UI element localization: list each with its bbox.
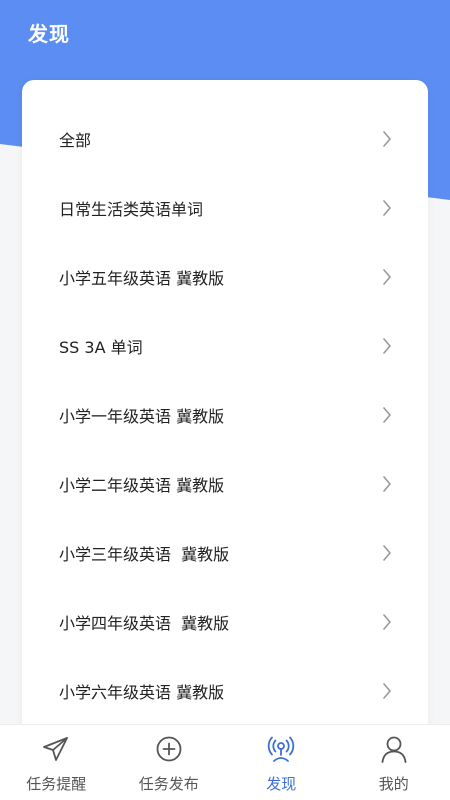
list-item-label: 小学四年级英语 冀教版: [59, 613, 230, 633]
chevron-right-icon: [383, 682, 391, 699]
list-item-label: 全部: [59, 130, 92, 150]
list-item-label: 小学六年级英语 冀教版: [59, 682, 225, 702]
tab-task-reminder[interactable]: 任务提醒: [0, 725, 113, 800]
list-item[interactable]: 日常生活类英语单词: [22, 173, 428, 242]
list-item[interactable]: SS 3A 单词: [22, 311, 428, 380]
user-icon: [381, 736, 407, 763]
list-item-label: 小学二年级英语 冀教版: [59, 475, 225, 495]
chevron-right-icon: [383, 337, 391, 354]
tab-label: 我的: [378, 775, 409, 793]
list-item[interactable]: 小学三年级英语 冀教版: [22, 518, 428, 587]
list-item-label: 小学三年级英语 冀教版: [59, 544, 230, 564]
list-item-label: SS 3A 单词: [59, 337, 143, 357]
list-item-label: 日常生活类英语单词: [59, 199, 204, 219]
list-item-label: 小学一年级英语 冀教版: [59, 406, 225, 426]
chevron-right-icon: [383, 199, 391, 216]
bottom-tab-bar: 任务提醒 任务发布 发现 我的: [0, 724, 450, 800]
chevron-right-icon: [383, 613, 391, 630]
category-list: 全部 日常生活类英语单词 小学五年级英语 冀教版 SS 3A 单词 小学一年级英…: [22, 104, 428, 725]
tab-label: 任务提醒: [26, 775, 87, 793]
list-item[interactable]: 小学四年级英语 冀教版: [22, 587, 428, 656]
list-item[interactable]: 小学二年级英语 冀教版: [22, 449, 428, 518]
chevron-right-icon: [383, 544, 391, 561]
discover-screen: 发现 全部 日常生活类英语单词 小学五年级英语 冀教版 SS 3A 单词 小学一…: [0, 0, 450, 800]
list-item[interactable]: 小学五年级英语 冀教版: [22, 242, 428, 311]
category-card: 全部 日常生活类英语单词 小学五年级英语 冀教版 SS 3A 单词 小学一年级英…: [22, 80, 428, 740]
tab-discover[interactable]: 发现: [225, 725, 338, 800]
list-item[interactable]: 全部: [22, 104, 428, 173]
chevron-right-icon: [383, 406, 391, 423]
page-title: 发现: [28, 22, 70, 46]
tab-task-publish[interactable]: 任务发布: [113, 725, 226, 800]
broadcast-icon: [268, 736, 295, 762]
list-item-label: 小学五年级英语 冀教版: [59, 268, 225, 288]
tab-label: 发现: [266, 775, 297, 793]
chevron-right-icon: [383, 130, 391, 147]
plus-circle-icon: [156, 736, 182, 762]
list-item[interactable]: 小学六年级英语 冀教版: [22, 656, 428, 725]
tab-label: 任务发布: [138, 775, 199, 793]
chevron-right-icon: [383, 475, 391, 492]
paper-plane-icon: [43, 737, 69, 761]
chevron-right-icon: [383, 268, 391, 285]
list-item[interactable]: 小学一年级英语 冀教版: [22, 380, 428, 449]
tab-mine[interactable]: 我的: [338, 725, 450, 800]
